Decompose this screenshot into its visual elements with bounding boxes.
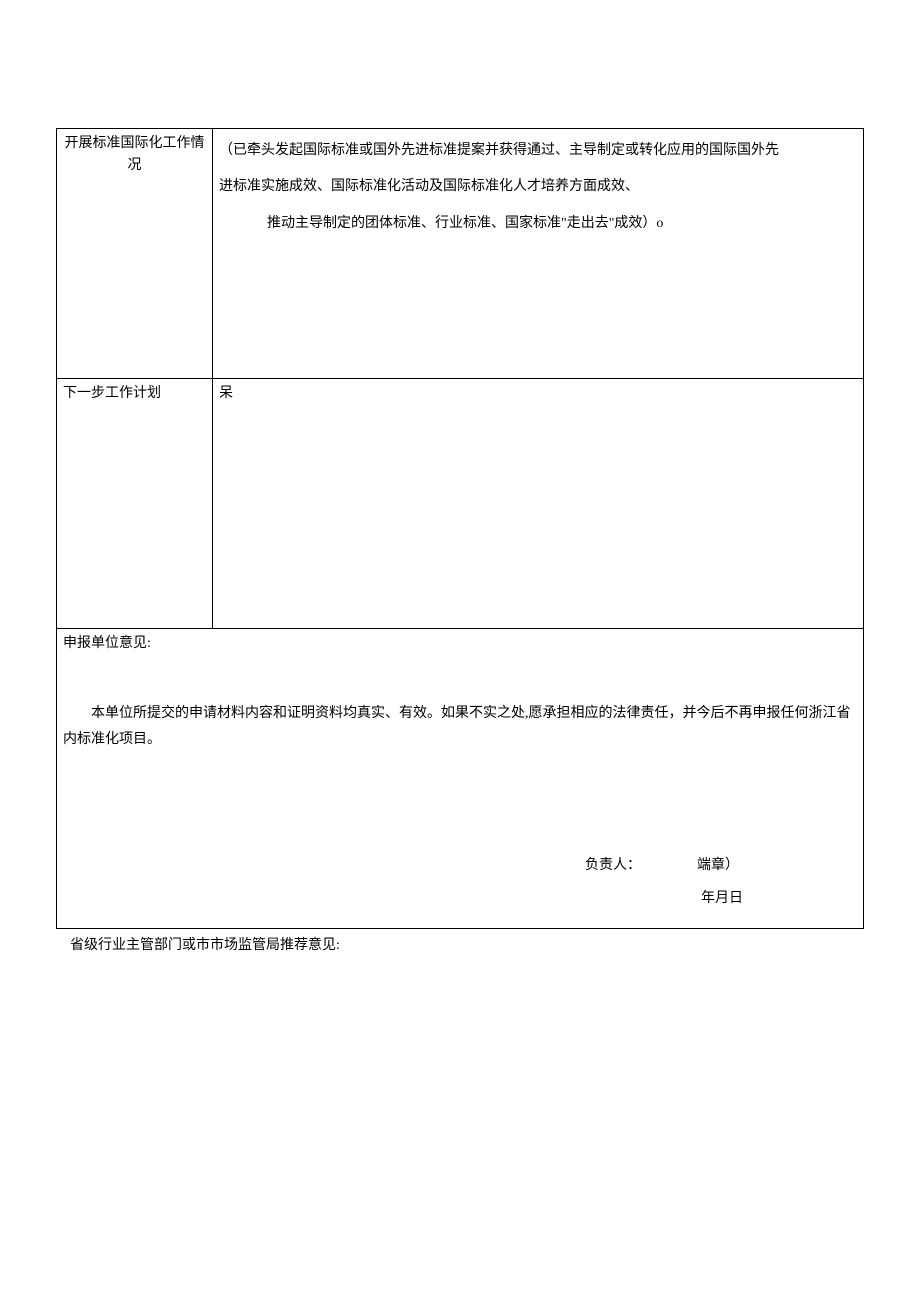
table-row: 申报单位意见: 本单位所提交的申请材料内容和证明资料均真实、有效。如果不实之处,… <box>57 629 864 929</box>
intl-work-content-line1: （已牵头发起国际标准或国外先进标准提案并获得通过、主导制定或转化应用的国际国外先 <box>219 133 857 169</box>
form-table: 开展标准国际化工作情 况 （已牵头发起国际标准或国外先进标准提案并获得通过、主导… <box>56 128 864 929</box>
table-row: 下一步工作计划 呆 <box>57 379 864 629</box>
date-label: 年月日 <box>701 891 743 906</box>
declaration-text: 本单位所提交的申请材料内容和证明资料均真实、有效。如果不实之处,愿承担相应的法律… <box>63 701 857 751</box>
intl-work-label-line1: 开展标准国际化工作情 <box>63 133 206 155</box>
next-plan-label: 下一步工作计划 <box>63 386 161 401</box>
signature-area: 负责人： 端章） 年月日 <box>585 849 743 916</box>
intl-work-label-line2: 况 <box>63 155 206 177</box>
seal-label: 端章） <box>697 858 739 873</box>
opinion-title: 申报单位意见: <box>63 633 857 655</box>
below-table-text: 省级行业主管部门或市市场监管局推荐意见: <box>56 929 864 963</box>
intl-work-label-cell: 开展标准国际化工作情 况 <box>57 129 213 379</box>
table-row: 开展标准国际化工作情 况 （已牵头发起国际标准或国外先进标准提案并获得通过、主导… <box>57 129 864 379</box>
opinion-cell: 申报单位意见: 本单位所提交的申请材料内容和证明资料均真实、有效。如果不实之处,… <box>57 629 864 929</box>
intl-work-content-line2: 进标准实施成效、国际标准化活动及国际标准化人才培养方面成效、 <box>219 169 857 205</box>
intl-work-content-cell: （已牵头发起国际标准或国外先进标准提案并获得通过、主导制定或转化应用的国际国外先… <box>213 129 864 379</box>
signature-line: 负责人： 端章） <box>585 849 743 883</box>
date-line: 年月日 <box>585 882 743 916</box>
responsible-label: 负责人： <box>585 858 641 873</box>
intl-work-content-line3: 推动主导制定的团体标准、行业标准、国家标准"走出去"成效）o <box>219 206 663 242</box>
next-plan-content-cell: 呆 <box>213 379 864 629</box>
next-plan-content: 呆 <box>219 386 233 401</box>
next-plan-label-cell: 下一步工作计划 <box>57 379 213 629</box>
page-container: 开展标准国际化工作情 况 （已牵头发起国际标准或国外先进标准提案并获得通过、主导… <box>0 0 920 1019</box>
